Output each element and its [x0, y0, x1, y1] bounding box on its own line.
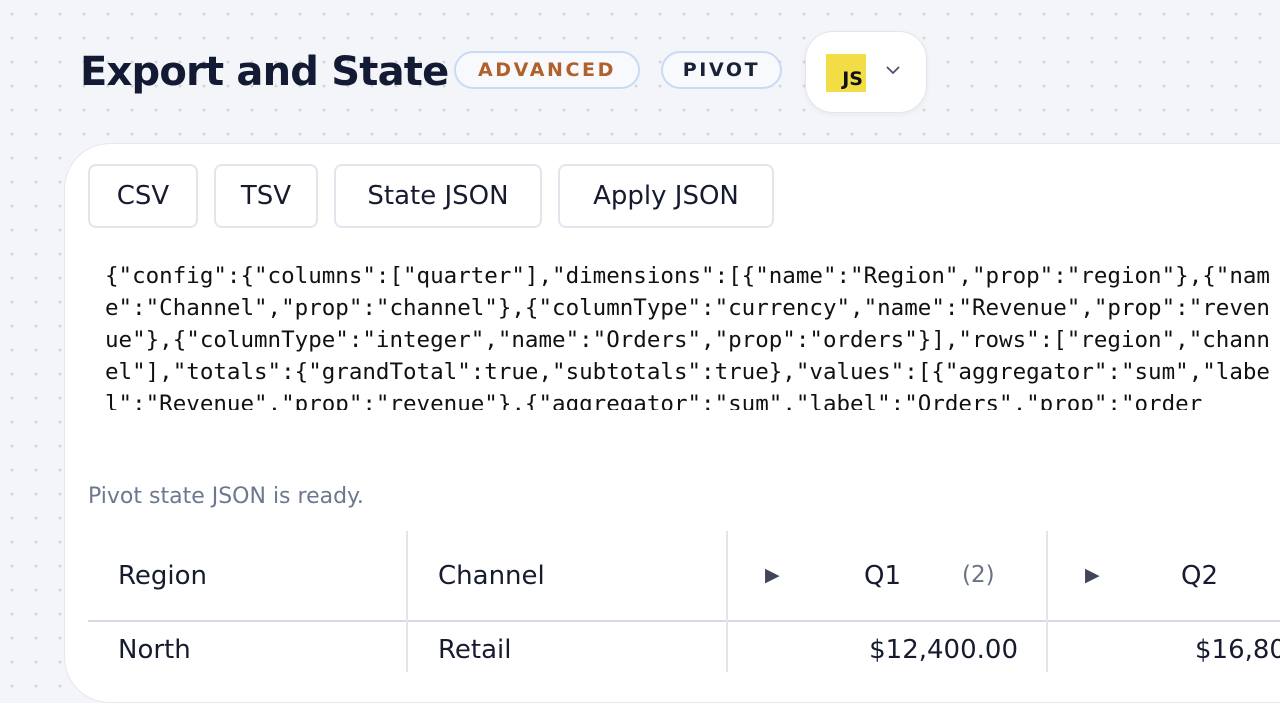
q1-child-count: (2): [962, 562, 995, 588]
column-divider: [1046, 531, 1048, 672]
cell-q2[interactable]: $16,80: [1195, 622, 1280, 672]
cell-q1[interactable]: $12,400.00: [748, 622, 1018, 672]
column-header-region[interactable]: Region: [118, 531, 207, 621]
expand-q2-icon[interactable]: ▶: [1085, 564, 1100, 586]
column-divider: [406, 531, 408, 672]
state-json-button[interactable]: State JSON: [334, 164, 542, 228]
cell-region[interactable]: North: [118, 622, 191, 672]
javascript-logo-icon: JS: [826, 54, 866, 92]
column-header-q2[interactable]: Q2: [1181, 531, 1218, 621]
chevron-down-icon: [886, 66, 900, 74]
pivot-badge: PIVOT: [661, 51, 782, 89]
expand-q1-icon[interactable]: ▶: [765, 564, 780, 586]
language-selector[interactable]: JS: [805, 31, 927, 113]
status-message: Pivot state JSON is ready.: [88, 484, 364, 509]
advanced-badge: ADVANCED: [454, 51, 640, 89]
page-title: Export and State: [80, 49, 449, 95]
state-json-output[interactable]: {"config":{"columns":["quarter"],"dimens…: [105, 260, 1280, 410]
column-divider: [726, 531, 728, 672]
pivot-grid: Region Channel ▶ Q1 (2) ▶ Q2 North Retai…: [88, 531, 1280, 672]
column-header-q1[interactable]: Q1: [864, 531, 901, 621]
header-divider: [88, 620, 1280, 622]
column-header-channel[interactable]: Channel: [438, 531, 545, 621]
csv-export-button[interactable]: CSV: [88, 164, 198, 228]
cell-channel[interactable]: Retail: [438, 622, 511, 672]
tsv-export-button[interactable]: TSV: [214, 164, 318, 228]
apply-json-button[interactable]: Apply JSON: [558, 164, 774, 228]
